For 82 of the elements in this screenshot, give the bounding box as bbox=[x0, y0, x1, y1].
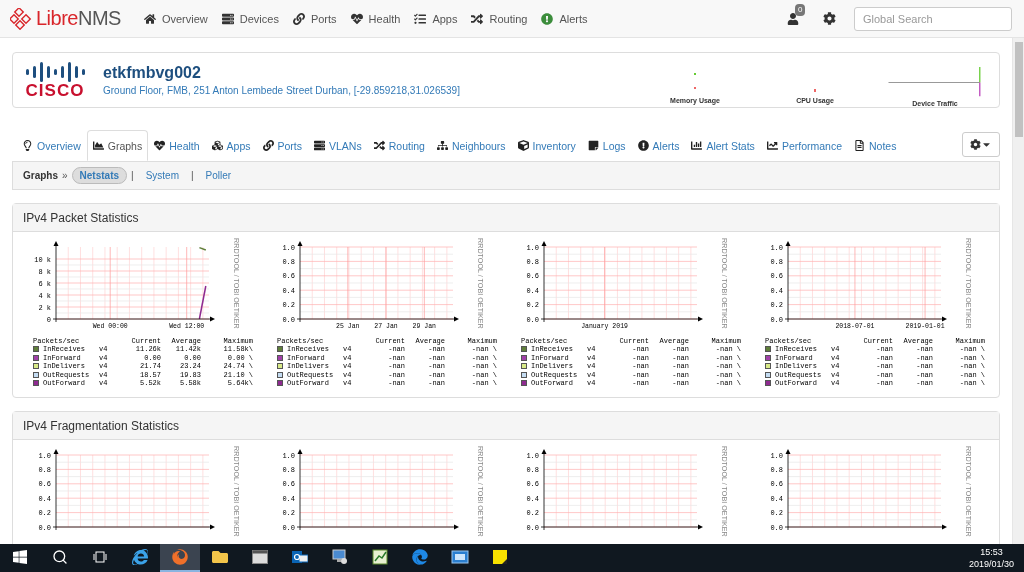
breadcrumb-separator: » bbox=[62, 170, 68, 181]
home-icon bbox=[143, 12, 156, 25]
alert-icon bbox=[637, 140, 649, 151]
area-chart-icon bbox=[92, 140, 104, 151]
shuffle-icon bbox=[471, 12, 484, 25]
tab[interactable]: Alert Stats bbox=[685, 130, 761, 161]
data-line bbox=[198, 285, 207, 320]
tab[interactable]: Health bbox=[148, 130, 206, 161]
note-icon[interactable] bbox=[493, 550, 507, 564]
server-icon bbox=[221, 12, 234, 25]
logo-text[interactable]: LibreNMS bbox=[36, 7, 121, 30]
scrollbar[interactable] bbox=[1012, 38, 1024, 544]
tab[interactable]: Apps bbox=[205, 130, 257, 161]
logo-bars-icon bbox=[24, 61, 86, 82]
clock-time: 15:53 bbox=[980, 546, 1003, 558]
search-field[interactable]: Global Search bbox=[854, 6, 1012, 31]
note-icon bbox=[587, 140, 599, 151]
server-icon bbox=[314, 140, 325, 151]
link-icon bbox=[292, 12, 305, 25]
tab[interactable]: Neighbours bbox=[430, 130, 512, 161]
heartbeat-icon bbox=[350, 12, 363, 25]
line-chart-icon bbox=[766, 140, 778, 151]
cubes-icon bbox=[211, 140, 223, 151]
settings-dropdown-button[interactable] bbox=[962, 132, 1000, 157]
clock-date: 2019/01/30 bbox=[968, 558, 1014, 570]
document-icon bbox=[854, 140, 865, 151]
browser-icon[interactable] bbox=[412, 549, 428, 565]
link-divider: | bbox=[131, 170, 134, 181]
panel-title: IPv4 Fragmentation Statistics bbox=[23, 418, 180, 433]
bar-chart-icon bbox=[691, 140, 703, 151]
sub-nav-link[interactable]: Poller bbox=[197, 167, 240, 184]
nav-link[interactable]: Ports bbox=[285, 12, 344, 25]
tab[interactable]: Notes bbox=[848, 130, 903, 161]
nav-link[interactable]: Overview bbox=[136, 12, 215, 25]
task-view-icon[interactable] bbox=[93, 551, 107, 563]
browser-icon[interactable] bbox=[172, 549, 188, 565]
folder-icon[interactable] bbox=[212, 549, 228, 565]
data-line bbox=[198, 246, 207, 251]
tab[interactable]: VLANs bbox=[308, 130, 368, 161]
cube-icon bbox=[517, 140, 529, 151]
computer-icon[interactable] bbox=[332, 549, 348, 565]
link-icon bbox=[262, 140, 274, 151]
search-icon[interactable] bbox=[52, 549, 68, 565]
window-icon[interactable] bbox=[451, 550, 469, 564]
lightbulb-icon bbox=[22, 140, 33, 151]
panel-title: IPv4 Packet Statistics bbox=[23, 210, 139, 225]
nav-link[interactable]: Devices bbox=[214, 12, 286, 25]
shuffle-icon bbox=[373, 140, 385, 151]
tab[interactable]: Performance bbox=[760, 130, 848, 161]
heartbeat-icon bbox=[154, 140, 166, 151]
chart-icon[interactable] bbox=[372, 549, 388, 565]
tab[interactable]: Alerts bbox=[631, 130, 686, 161]
tab[interactable]: Ports bbox=[256, 130, 308, 161]
alert-icon bbox=[541, 12, 554, 25]
nav-link[interactable]: Health bbox=[343, 12, 408, 25]
tab[interactable]: Overview bbox=[16, 130, 87, 161]
vendor-logo-text: CISCO bbox=[25, 81, 85, 99]
start-icon[interactable] bbox=[12, 549, 28, 565]
tab[interactable]: Graphs bbox=[86, 130, 149, 161]
device-location[interactable]: Ground Floor, FMB, 251 Anton Lembede Street Durban, [-29.859218,31.026539] bbox=[103, 85, 460, 96]
user-icon[interactable] bbox=[787, 12, 799, 25]
breadcrumb-title: Graphs bbox=[23, 170, 58, 181]
list-icon bbox=[414, 12, 427, 25]
window-icon[interactable] bbox=[252, 550, 268, 564]
nav-link[interactable]: Alerts bbox=[534, 12, 595, 25]
browser-icon[interactable] bbox=[132, 549, 148, 565]
notification-count: 0 bbox=[795, 3, 806, 16]
sitemap-icon bbox=[436, 140, 448, 151]
mail-icon[interactable] bbox=[292, 549, 308, 565]
settings-icon bbox=[970, 139, 981, 150]
nav-link[interactable]: Routing bbox=[464, 12, 535, 25]
scrollbar-thumb[interactable] bbox=[1014, 42, 1023, 137]
device-name[interactable]: etkfmbvg002 bbox=[103, 64, 460, 82]
tab[interactable]: Logs bbox=[581, 130, 632, 161]
sub-nav-link[interactable]: Netstats bbox=[71, 167, 128, 184]
sub-nav-link[interactable]: System bbox=[137, 167, 187, 184]
nav-link[interactable]: Apps bbox=[407, 12, 465, 25]
link-divider: | bbox=[191, 170, 194, 181]
tab[interactable]: Routing bbox=[367, 130, 431, 161]
tab[interactable]: Inventory bbox=[511, 130, 582, 161]
settings-icon[interactable] bbox=[823, 12, 836, 25]
logo-icon bbox=[10, 7, 32, 30]
